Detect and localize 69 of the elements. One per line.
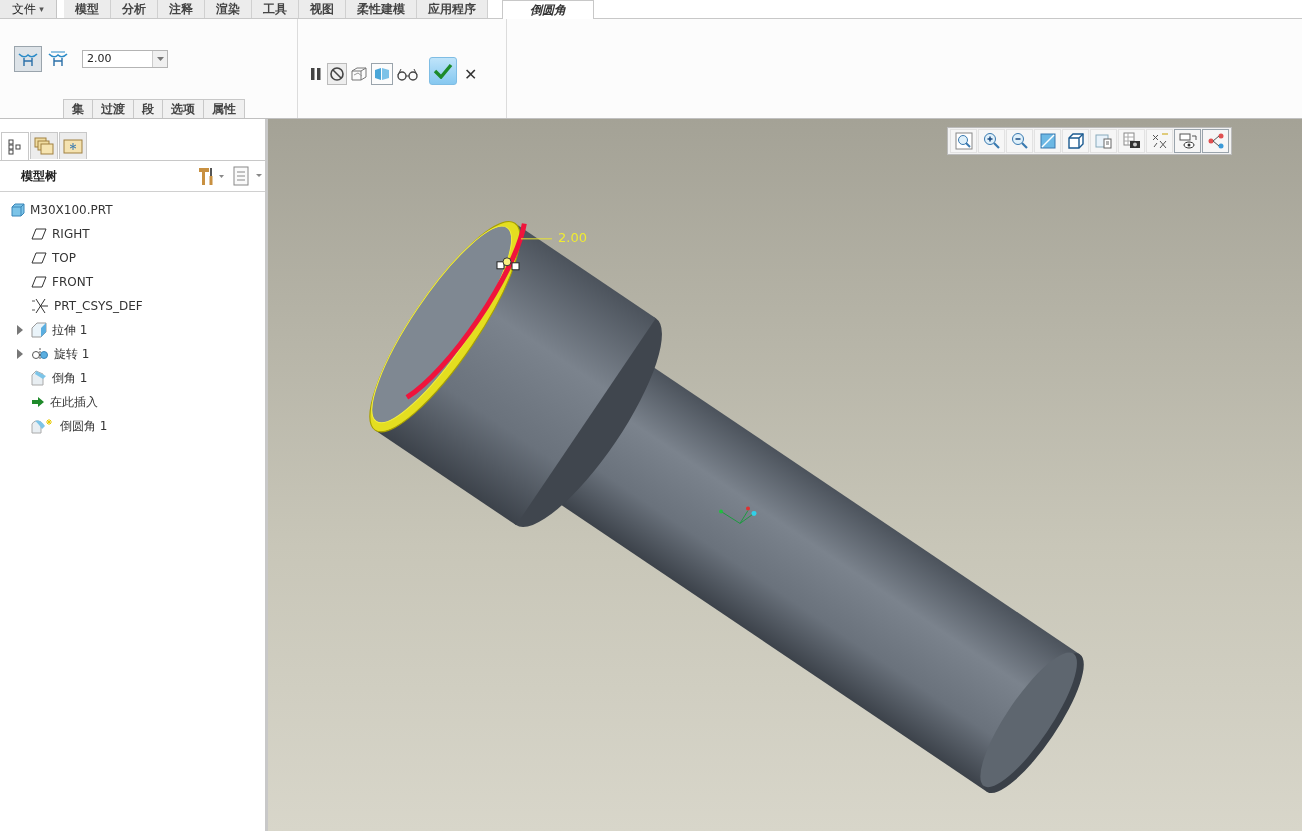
tree-label: PRT_CSYS_DEF <box>54 299 143 313</box>
ribbon-tab[interactable]: 渲染 <box>205 0 252 18</box>
ribbon-tab[interactable]: 应用程序 <box>417 0 488 18</box>
zoom-fit-icon[interactable] <box>950 129 977 153</box>
ribbon-tab[interactable]: 分析 <box>111 0 158 18</box>
folder-tab[interactable] <box>30 132 58 159</box>
tree-item[interactable]: PRT_CSYS_DEF <box>0 294 265 318</box>
radius-dropdown[interactable]: 2.00 <box>82 50 168 68</box>
confirm-button[interactable] <box>429 57 457 85</box>
panel-title: 模型树 <box>21 167 57 185</box>
file-menu[interactable]: 文件 ▾ <box>0 0 57 18</box>
panel-tab[interactable]: 段 <box>134 99 163 118</box>
ribbon-tab[interactable]: 工具 <box>252 0 299 18</box>
ribbon-tab[interactable]: 模型 <box>64 0 111 18</box>
panel-tab[interactable]: 集 <box>63 99 93 118</box>
panel-tab[interactable]: 属性 <box>204 99 245 118</box>
round-icon <box>31 418 55 434</box>
revolve-icon <box>31 347 49 361</box>
tree-item[interactable]: RIGHT <box>0 222 265 246</box>
tree-label: RIGHT <box>52 227 90 241</box>
tools-icon[interactable] <box>197 166 225 186</box>
panel-tab[interactable]: 过渡 <box>93 99 134 118</box>
zoom-out-icon[interactable] <box>1006 129 1033 153</box>
tree-icon <box>8 138 22 155</box>
tree-item[interactable]: 旋转 1 <box>0 342 265 366</box>
cube-icon <box>11 203 25 217</box>
panel-tab[interactable]: 选项 <box>163 99 204 118</box>
expand-arrow-icon[interactable] <box>16 349 24 359</box>
tree-label: TOP <box>52 251 76 265</box>
arrow-icon <box>31 396 45 408</box>
plane-icon <box>31 228 47 240</box>
eye-icon[interactable] <box>1174 129 1201 153</box>
plane-icon <box>31 276 47 288</box>
tree-item[interactable]: 在此插入 <box>0 390 265 414</box>
coordinate-system-icon <box>31 298 49 314</box>
chamfer-icon <box>31 370 47 386</box>
constant-radius-icon[interactable] <box>14 46 42 72</box>
tree-item[interactable]: FRONT <box>0 270 265 294</box>
nodes-icon[interactable] <box>1202 129 1229 153</box>
tree-label: FRONT <box>52 275 93 289</box>
tree-label: 旋转 1 <box>54 345 90 363</box>
cube-icon[interactable] <box>1062 129 1089 153</box>
tree-tab[interactable] <box>1 132 29 160</box>
camera-icon[interactable] <box>1118 129 1145 153</box>
stop-icon[interactable] <box>327 63 347 85</box>
tree-label: M30X100.PRT <box>30 203 113 217</box>
folder-icon <box>63 138 83 154</box>
tree-item[interactable]: M30X100.PRT <box>0 198 265 222</box>
ribbon-tab[interactable]: 倒圆角 <box>502 0 594 20</box>
plane-icon <box>31 252 47 264</box>
zoom-in-icon[interactable] <box>978 129 1005 153</box>
block-icon <box>31 322 47 338</box>
favorites-tab[interactable] <box>59 132 87 159</box>
tree-label: 倒角 1 <box>52 369 88 387</box>
cancel-button[interactable]: ✕ <box>458 63 484 85</box>
tree-item[interactable]: 拉伸 1 <box>0 318 265 342</box>
tree-label: 倒圆角 1 <box>60 417 108 435</box>
tree-item[interactable]: TOP <box>0 246 265 270</box>
tree-item[interactable]: 倒圆角 1 <box>0 414 265 438</box>
ribbon-tab[interactable]: 注释 <box>158 0 205 18</box>
ribbon-tab[interactable]: 视图 <box>299 0 346 18</box>
tree-item[interactable]: 倒角 1 <box>0 366 265 390</box>
caret-icon[interactable] <box>156 57 164 61</box>
ribbon-tab[interactable]: 柔性建模 <box>346 0 417 18</box>
tree-label: 在此插入 <box>50 393 98 411</box>
preview-icon[interactable] <box>371 63 393 85</box>
folders-icon <box>34 137 54 155</box>
tree-label: 拉伸 1 <box>52 321 88 339</box>
expand-arrow-icon[interactable] <box>16 325 24 335</box>
